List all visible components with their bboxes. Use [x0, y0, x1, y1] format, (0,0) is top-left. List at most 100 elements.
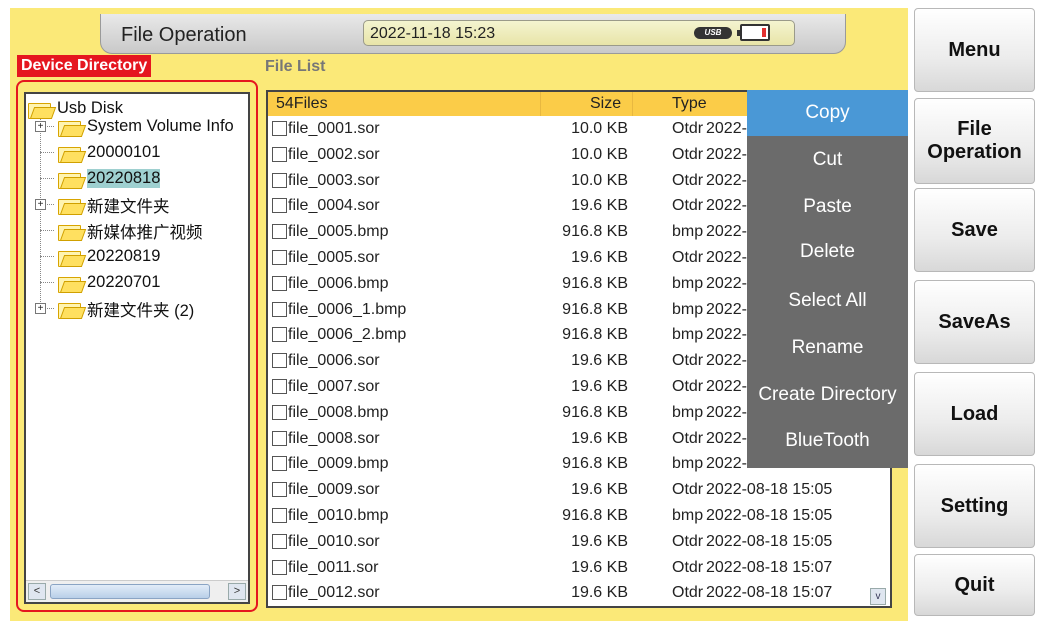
file-row[interactable]: file_0012.sor 19.6 KB Otdr 2022-08-18 15:07 [268, 580, 890, 606]
directory-tree[interactable]: Usb Disk + System Volume Info 20000101 2… [24, 92, 250, 604]
file-name: file_0008.bmp [288, 403, 389, 421]
menu-item-rename[interactable]: Rename [747, 325, 908, 371]
folder-icon [58, 248, 82, 267]
file-checkbox[interactable] [272, 121, 287, 136]
side-button-bar: Menu File Operation Save SaveAs Load Set… [910, 0, 1037, 621]
tree-item-label: 20220818 [87, 169, 161, 188]
battery-icon [737, 24, 770, 41]
scroll-left-button[interactable]: < [28, 583, 46, 600]
menu-button[interactable]: Menu [914, 8, 1035, 92]
scroll-right-button[interactable]: > [228, 583, 246, 600]
tree-item-label: 20000101 [87, 143, 161, 161]
tree-item-20220701[interactable]: 20220701 [58, 270, 160, 295]
file-size: 19.6 KB [571, 481, 628, 499]
file-checkbox[interactable] [272, 250, 287, 265]
title-bar: File Operation 2022-11-18 15:23 USB [100, 14, 846, 54]
file-checkbox[interactable] [272, 559, 287, 575]
file-name: file_0008.sor [288, 429, 380, 447]
expand-icon[interactable]: + [35, 121, 46, 132]
expand-icon[interactable]: + [35, 303, 46, 314]
file-checkbox[interactable] [272, 508, 287, 523]
tree-item-label: 新建文件夹 [87, 197, 170, 216]
page-title: File Operation [121, 24, 247, 46]
file-checkbox[interactable] [272, 456, 287, 472]
file-type: Otdr [672, 558, 704, 576]
file-name: file_0010.sor [288, 532, 380, 550]
file-size: 916.8 KB [562, 300, 628, 318]
tree-item-new-folder-2[interactable]: 新建文件夹 (2) [58, 296, 194, 321]
folder-icon [58, 170, 82, 189]
file-checkbox[interactable] [272, 301, 287, 317]
folder-icon [58, 274, 82, 293]
file-name: file_0003.sor [288, 171, 380, 189]
file-type: bmp [672, 507, 704, 524]
tree-item-label: 20220701 [87, 273, 161, 291]
menu-item-copy[interactable]: Copy [747, 90, 908, 136]
scroll-down-button[interactable]: v [870, 588, 886, 605]
file-checkbox[interactable] [272, 172, 287, 188]
file-type: Otdr [672, 171, 704, 189]
file-size: 19.6 KB [571, 584, 628, 602]
file-size: 10.0 KB [571, 120, 628, 137]
menu-item-bluetooth[interactable]: BlueTooth [747, 418, 908, 464]
file-checkbox[interactable] [272, 585, 287, 601]
file-name: file_0004.sor [288, 197, 380, 215]
file-name: file_0006_2.bmp [288, 326, 407, 344]
folder-icon [58, 118, 82, 137]
scroll-thumb[interactable] [50, 584, 210, 599]
file-row[interactable]: file_0010.sor 19.6 KB Otdr 2022-08-18 15:05 [268, 529, 890, 555]
file-size: 19.6 KB [571, 429, 628, 447]
file-checkbox[interactable] [272, 198, 287, 214]
menu-item-select-all[interactable]: Select All [747, 278, 908, 324]
tree-item-new-folder[interactable]: 新建文件夹 [58, 192, 170, 217]
load-button[interactable]: Load [914, 372, 1035, 456]
menu-item-paste[interactable]: Paste [747, 184, 908, 230]
usb-icon: USB [694, 27, 732, 39]
file-type: Otdr [672, 378, 704, 395]
file-checkbox[interactable] [272, 327, 287, 343]
file-checkbox[interactable] [272, 146, 287, 162]
menu-item-create-directory[interactable]: Create Directory [747, 372, 908, 418]
file-type: Otdr [672, 120, 704, 137]
file-row[interactable]: file_0011.sor 19.6 KB Otdr 2022-08-18 15:07 [268, 555, 890, 581]
tree-line [40, 114, 41, 310]
quit-button[interactable]: Quit [914, 554, 1035, 616]
horizontal-scrollbar[interactable]: < > [26, 580, 248, 602]
file-date: 2022-08-18 15:07 [706, 558, 833, 576]
file-checkbox[interactable] [272, 404, 287, 420]
column-header-size[interactable]: Size [590, 95, 621, 113]
file-name: file_0005.sor [288, 249, 380, 266]
tree-item-label: 新建文件夹 (2) [87, 301, 195, 320]
file-type: Otdr [672, 584, 704, 602]
file-checkbox[interactable] [272, 379, 287, 394]
file-checkbox[interactable] [272, 353, 287, 369]
file-operation-button[interactable]: File Operation [914, 98, 1035, 184]
column-header-type[interactable]: Type [672, 95, 707, 113]
setting-button[interactable]: Setting [914, 464, 1035, 548]
file-checkbox[interactable] [272, 275, 287, 291]
tree-line [40, 178, 54, 179]
file-checkbox[interactable] [272, 533, 287, 549]
save-as-button[interactable]: SaveAs [914, 280, 1035, 364]
file-row[interactable]: file_0009.sor 19.6 KB Otdr 2022-08-18 15:05 [268, 477, 890, 503]
file-row[interactable]: file_0010.bmp 916.8 KB bmp 2022-08-18 15:05 [268, 503, 890, 529]
tree-item-system-volume-info[interactable]: System Volume Info [58, 114, 234, 139]
file-type: bmp [672, 223, 704, 241]
save-button[interactable]: Save [914, 188, 1035, 272]
tree-item-media-videos[interactable]: 新媒体推广视频 [58, 218, 203, 243]
tree-item-20220818[interactable]: 20220818 [58, 166, 161, 191]
tree-item-20000101[interactable]: 20000101 [58, 140, 160, 165]
tree-item-20220819[interactable]: 20220819 [58, 244, 160, 269]
file-name: file_0005.bmp [288, 223, 389, 241]
file-type: Otdr [672, 197, 704, 215]
file-size: 19.6 KB [571, 558, 628, 576]
file-checkbox[interactable] [272, 224, 287, 240]
expand-icon[interactable]: + [35, 199, 46, 210]
file-type: bmp [672, 403, 704, 421]
menu-item-delete[interactable]: Delete [747, 229, 908, 275]
datetime-display: 2022-11-18 15:23 [370, 25, 496, 42]
file-type: bmp [672, 455, 704, 473]
file-checkbox[interactable] [272, 430, 287, 446]
file-checkbox[interactable] [272, 482, 287, 498]
menu-item-cut[interactable]: Cut [747, 137, 908, 183]
